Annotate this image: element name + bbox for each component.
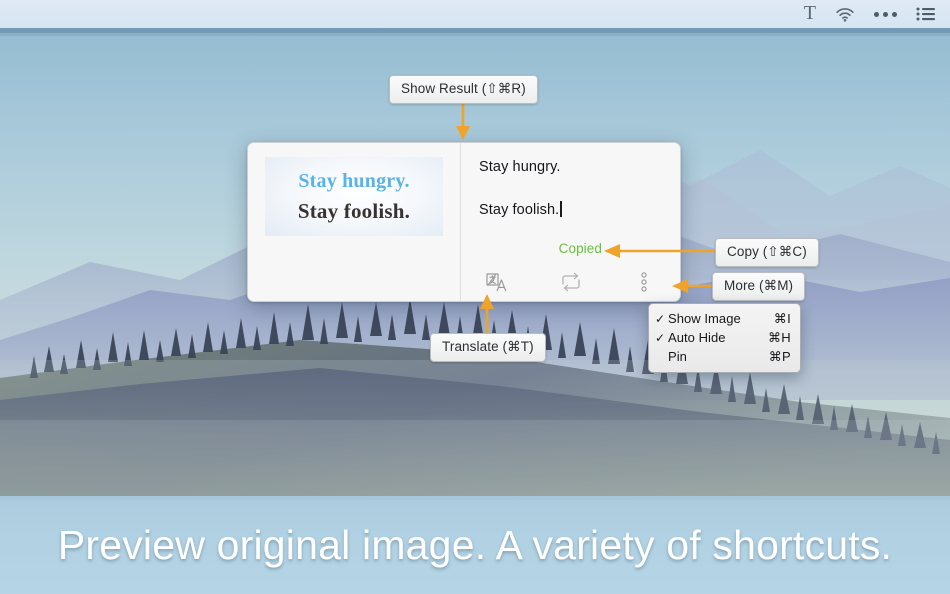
arrow-copy: [604, 244, 718, 258]
text-tool-icon[interactable]: T: [804, 3, 816, 25]
callout-translate: Translate (⌘T): [430, 333, 546, 362]
menu-item-shortcut: ⌘P: [768, 348, 791, 364]
list-menu-icon[interactable]: [916, 7, 936, 21]
thumbnail-line-2: Stay foolish.: [297, 198, 411, 223]
arrow-translate: [480, 294, 494, 336]
wifi-icon[interactable]: [835, 7, 855, 22]
menu-item-label: Pin: [668, 349, 687, 364]
menu-item-shortcut: ⌘I: [773, 310, 791, 326]
arrow-show-result: [456, 100, 470, 140]
translate-icon: [486, 272, 507, 291]
more-vertical-dots-icon: [640, 272, 647, 292]
callout-copy: Copy (⇧⌘C): [715, 238, 819, 267]
result-text-pane[interactable]: Stay hungry. Stay foolish. Copied: [461, 143, 680, 301]
system-menu-bar: T: [0, 0, 950, 28]
caption-banner: Preview original image. A variety of sho…: [0, 496, 950, 594]
more-dots-icon[interactable]: [874, 11, 897, 17]
menu-item-pin[interactable]: Pin ⌘P: [649, 347, 800, 366]
source-image-thumbnail[interactable]: Stay hungry. Stay foolish.: [265, 157, 443, 236]
callout-more: More (⌘M): [712, 272, 806, 301]
menu-item-auto-hide[interactable]: ✓ Auto Hide ⌘H: [649, 328, 800, 347]
menu-item-label: Auto Hide: [668, 330, 726, 345]
translate-button[interactable]: [461, 272, 534, 293]
thumbnail-line-1: Stay hungry.: [298, 169, 410, 192]
more-options-dropdown-menu: ✓ Show Image ⌘I ✓ Auto Hide ⌘H Pin ⌘P: [648, 303, 801, 373]
arrow-more: [672, 279, 718, 293]
checkmark-icon: ✓: [655, 311, 666, 326]
menu-item-shortcut: ⌘H: [768, 329, 791, 345]
refresh-button[interactable]: [534, 272, 607, 292]
result-line-2-wrapper[interactable]: Stay foolish.: [479, 201, 562, 218]
menu-item-label: Show Image: [668, 311, 741, 326]
checkmark-icon: ✓: [655, 330, 666, 345]
caption-text: Preview original image. A variety of sho…: [57, 521, 893, 568]
result-line-1: Stay hungry.: [479, 159, 561, 175]
text-caret: [560, 201, 562, 217]
refresh-icon: [561, 272, 580, 292]
callout-show-result: Show Result (⇧⌘R): [389, 75, 538, 104]
image-preview-pane[interactable]: Stay hungry. Stay foolish.: [248, 143, 461, 301]
translation-popup-window: Stay hungry. Stay foolish. Stay hungry. …: [247, 142, 681, 302]
menu-item-show-image[interactable]: ✓ Show Image ⌘I: [649, 309, 800, 328]
result-line-2: Stay foolish.: [479, 202, 560, 218]
